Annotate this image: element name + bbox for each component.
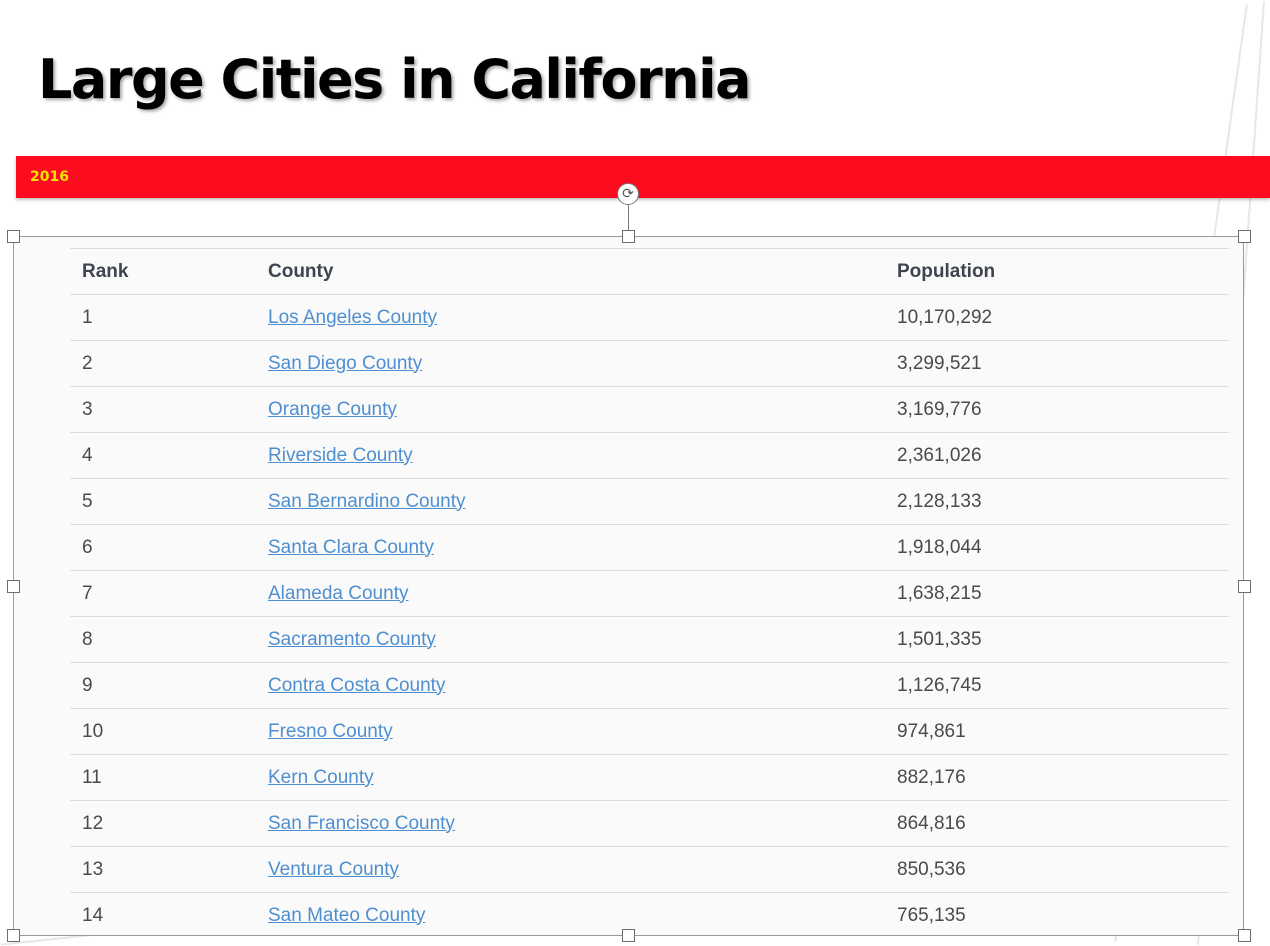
county-cell: Alameda County bbox=[256, 570, 885, 617]
rank-cell: 6 bbox=[70, 524, 256, 571]
rank-cell: 5 bbox=[70, 478, 256, 525]
county-link[interactable]: Sacramento County bbox=[268, 629, 436, 650]
table-row: 14 San Mateo County 765,135 bbox=[70, 892, 1229, 938]
county-cell: Contra Costa County bbox=[256, 662, 885, 709]
rotate-handle-stem bbox=[628, 205, 629, 231]
county-link[interactable]: Riverside County bbox=[268, 445, 413, 466]
table-row: 5 San Bernardino County 2,128,133 bbox=[70, 478, 1229, 525]
county-link[interactable]: Orange County bbox=[268, 399, 397, 420]
rank-cell: 1 bbox=[70, 294, 256, 341]
population-cell: 3,299,521 bbox=[885, 340, 1229, 387]
table-row: 6 Santa Clara County 1,918,044 bbox=[70, 524, 1229, 571]
table-row: 1 Los Angeles County 10,170,292 bbox=[70, 294, 1229, 341]
table-row: 3 Orange County 3,169,776 bbox=[70, 386, 1229, 433]
population-cell: 850,536 bbox=[885, 846, 1229, 893]
population-cell: 3,169,776 bbox=[885, 386, 1229, 433]
resize-handle-bottom-right[interactable] bbox=[1238, 929, 1251, 942]
rank-cell: 12 bbox=[70, 800, 256, 847]
rank-cell: 13 bbox=[70, 846, 256, 893]
county-link[interactable]: San Francisco County bbox=[268, 813, 455, 834]
table-row: 7 Alameda County 1,638,215 bbox=[70, 570, 1229, 617]
slide-title: Large Cities in California bbox=[38, 48, 752, 111]
county-cell: Fresno County bbox=[256, 708, 885, 755]
resize-handle-right[interactable] bbox=[1238, 580, 1251, 593]
resize-handle-top-left[interactable] bbox=[7, 230, 20, 243]
table-row: 12 San Francisco County 864,816 bbox=[70, 800, 1229, 847]
resize-handle-bottom-left[interactable] bbox=[7, 929, 20, 942]
population-cell: 1,918,044 bbox=[885, 524, 1229, 571]
county-cell: Santa Clara County bbox=[256, 524, 885, 571]
header-population: Population bbox=[885, 248, 1229, 295]
rank-cell: 9 bbox=[70, 662, 256, 709]
county-link[interactable]: San Diego County bbox=[268, 353, 422, 374]
county-link[interactable]: Santa Clara County bbox=[268, 537, 434, 558]
table-row: 2 San Diego County 3,299,521 bbox=[70, 340, 1229, 387]
resize-handle-top-right[interactable] bbox=[1238, 230, 1251, 243]
rotate-icon[interactable]: ⟳ bbox=[617, 183, 639, 205]
rank-cell: 2 bbox=[70, 340, 256, 387]
county-cell: San Mateo County bbox=[256, 892, 885, 938]
county-link[interactable]: Los Angeles County bbox=[268, 307, 437, 328]
rank-cell: 10 bbox=[70, 708, 256, 755]
population-cell: 1,501,335 bbox=[885, 616, 1229, 663]
county-cell: San Diego County bbox=[256, 340, 885, 387]
county-link[interactable]: Kern County bbox=[268, 767, 374, 788]
header-county: County bbox=[256, 248, 885, 295]
table-row: 10 Fresno County 974,861 bbox=[70, 708, 1229, 755]
county-cell: Los Angeles County bbox=[256, 294, 885, 341]
table-row: 4 Riverside County 2,361,026 bbox=[70, 432, 1229, 479]
county-link[interactable]: Contra Costa County bbox=[268, 675, 445, 696]
population-cell: 864,816 bbox=[885, 800, 1229, 847]
table-row: 11 Kern County 882,176 bbox=[70, 754, 1229, 801]
county-population-table: Rank County Population 1 Los Angeles Coun… bbox=[70, 248, 1229, 938]
table-row: 13 Ventura County 850,536 bbox=[70, 846, 1229, 893]
population-cell: 1,638,215 bbox=[885, 570, 1229, 617]
resize-handle-left[interactable] bbox=[7, 580, 20, 593]
county-cell: Orange County bbox=[256, 386, 885, 433]
rank-cell: 11 bbox=[70, 754, 256, 801]
county-cell: Sacramento County bbox=[256, 616, 885, 663]
county-link[interactable]: San Mateo County bbox=[268, 905, 425, 926]
rank-cell: 8 bbox=[70, 616, 256, 663]
rank-cell: 3 bbox=[70, 386, 256, 433]
county-cell: Kern County bbox=[256, 754, 885, 801]
table-header-row: Rank County Population bbox=[70, 248, 1229, 295]
population-cell: 882,176 bbox=[885, 754, 1229, 801]
table-row: 8 Sacramento County 1,501,335 bbox=[70, 616, 1229, 663]
county-link[interactable]: Ventura County bbox=[268, 859, 399, 880]
rank-cell: 14 bbox=[70, 892, 256, 938]
county-cell: San Bernardino County bbox=[256, 478, 885, 525]
resize-handle-top[interactable] bbox=[622, 230, 635, 243]
county-cell: Ventura County bbox=[256, 846, 885, 893]
table-row: 9 Contra Costa County 1,126,745 bbox=[70, 662, 1229, 709]
population-cell: 2,128,133 bbox=[885, 478, 1229, 525]
population-cell: 1,126,745 bbox=[885, 662, 1229, 709]
rank-cell: 4 bbox=[70, 432, 256, 479]
population-cell: 765,135 bbox=[885, 892, 1229, 938]
population-cell: 974,861 bbox=[885, 708, 1229, 755]
population-cell: 2,361,026 bbox=[885, 432, 1229, 479]
header-rank: Rank bbox=[70, 248, 256, 295]
county-link[interactable]: Alameda County bbox=[268, 583, 408, 604]
county-link[interactable]: Fresno County bbox=[268, 721, 393, 742]
county-link[interactable]: San Bernardino County bbox=[268, 491, 466, 512]
population-cell: 10,170,292 bbox=[885, 294, 1229, 341]
county-cell: Riverside County bbox=[256, 432, 885, 479]
year-label: 2016 bbox=[30, 169, 69, 185]
year-banner: 2016 bbox=[16, 156, 1270, 198]
rank-cell: 7 bbox=[70, 570, 256, 617]
county-cell: San Francisco County bbox=[256, 800, 885, 847]
